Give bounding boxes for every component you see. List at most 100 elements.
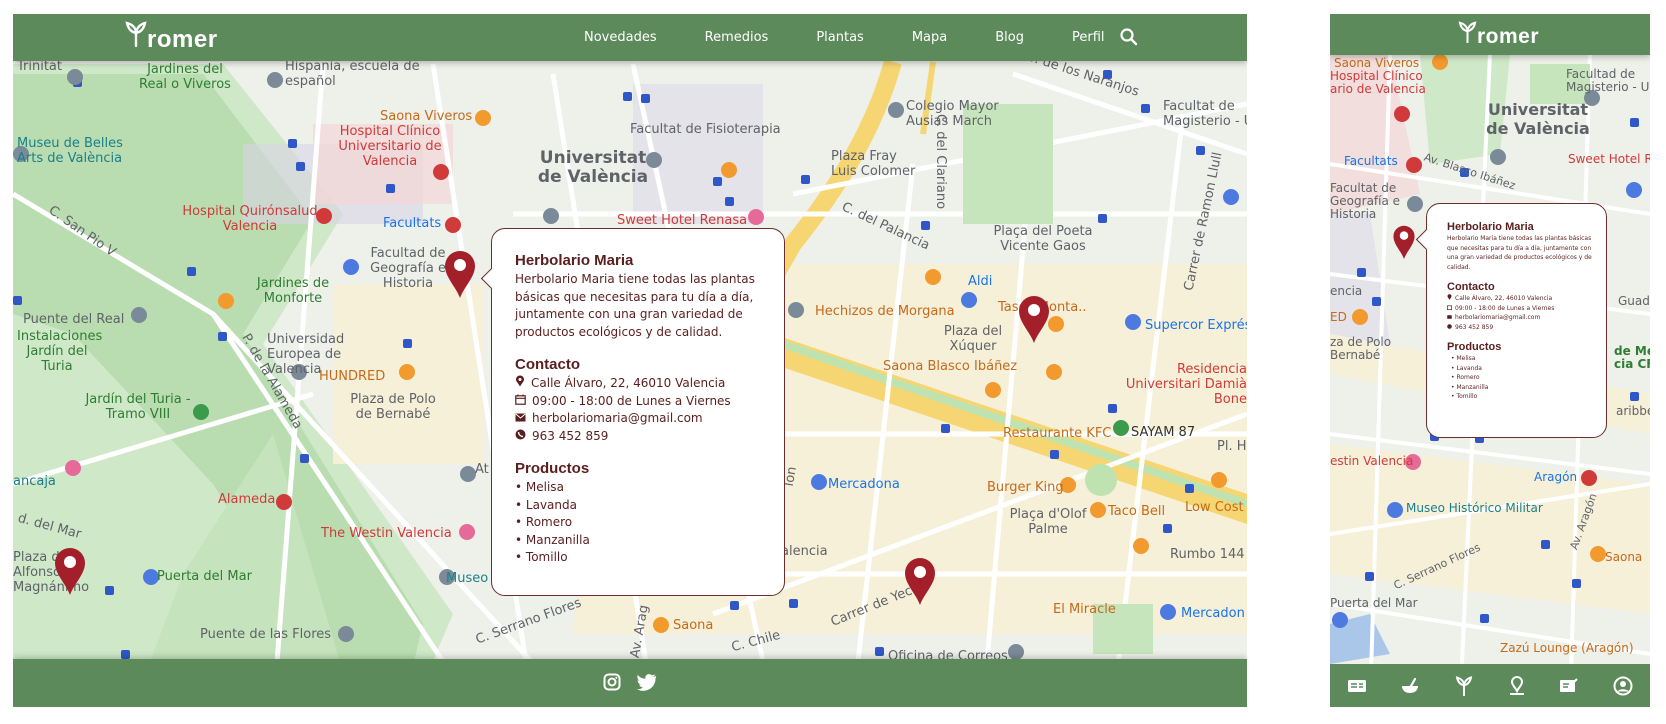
logo[interactable]: romer: [1458, 21, 1539, 49]
map-label: Zazú Lounge (Aragón): [1500, 641, 1634, 655]
product-item: Tomillo: [1451, 392, 1596, 402]
nav-item-remedios[interactable]: Remedios: [705, 30, 769, 45]
map-label: Restaurante KFC: [1003, 426, 1112, 441]
map-label: Sweet Hotel Renasa: [617, 213, 748, 228]
map-label: aribbea: [1616, 404, 1650, 418]
location-icon: [1447, 294, 1452, 304]
map-label: Guada: [1618, 294, 1650, 308]
contact-phone[interactable]: 963 452 859: [515, 428, 768, 446]
map-label: Museu de Belles Arts de València: [17, 136, 123, 166]
product-item: Melisa: [1451, 354, 1596, 364]
map-label: za de Polo Bernabé: [1330, 335, 1392, 362]
map-label: ancaja: [13, 474, 56, 489]
location-pin[interactable]: [903, 556, 937, 606]
logo[interactable]: romer: [125, 21, 218, 54]
map-label: Universitat de València: [1486, 100, 1590, 138]
location-pin[interactable]: [53, 546, 87, 596]
mobile-frame: Saona Viveros Hospital Clínico ario de V…: [1330, 14, 1650, 707]
map-label: Hospital Quirónsalud Valencia: [182, 204, 318, 234]
location-pin[interactable]: [1017, 294, 1051, 344]
products-heading: Productos: [1447, 341, 1502, 353]
product-item: Tomillo: [515, 549, 768, 567]
map-label: C. del Clariano: [933, 113, 949, 210]
contact-phone[interactable]: 963 452 859: [1447, 323, 1596, 333]
contact-heading: Contacto: [515, 356, 580, 373]
map-label: Residencia Universitari Damià Bone: [1125, 362, 1247, 407]
contact-address: Calle Álvaro, 22, 46010 Valencia: [1447, 294, 1596, 304]
sprout-icon: [1458, 21, 1477, 49]
map-label: Hospital Clínico ario de Valencia: [1330, 69, 1426, 96]
map-label: Instalaciones Jardín del Turia: [17, 329, 103, 374]
map-label: Colegio Mayor Ausias March: [906, 99, 999, 129]
nav-item-plantas[interactable]: Plantas: [816, 30, 864, 45]
map-label: The Westin Valencia: [321, 526, 452, 541]
contact-heading: Contacto: [1447, 281, 1495, 293]
product-item: Lavanda: [515, 497, 768, 515]
sprout-icon: [1455, 675, 1473, 696]
contact-email[interactable]: herbolariomaria@gmail.com: [515, 410, 768, 428]
map-label: Hispania, escuela de español: [285, 59, 420, 89]
tab-blog[interactable]: [1559, 677, 1579, 695]
location-pin[interactable]: [443, 249, 477, 299]
map-label: Low Cost: [1185, 500, 1244, 515]
map-label: Puente de las Flores: [200, 627, 332, 642]
map-label: At: [475, 462, 489, 477]
nav-item-blog[interactable]: Blog: [995, 30, 1024, 45]
calendar-icon: [515, 393, 526, 411]
tab-novedades[interactable]: [1347, 678, 1367, 694]
store-info-popup: Herbolario Maria Herbolario Maria tiene …: [1415, 203, 1607, 438]
nav-item-mapa[interactable]: Mapa: [912, 30, 947, 45]
top-navbar-mobile: romer: [1330, 14, 1650, 55]
map-label: Trinitat: [17, 59, 62, 74]
product-item: Manzanilla: [1451, 383, 1596, 393]
product-item: Romero: [1451, 373, 1596, 383]
location-pin[interactable]: [1392, 224, 1416, 260]
map-label: Jardines del Real o Viveros: [139, 62, 231, 92]
map-label: Sweet Hotel R: [1568, 152, 1650, 166]
map-label: SAYAM 87: [1131, 425, 1196, 440]
phone-icon: [1447, 323, 1452, 333]
map-label: Puente del Real: [23, 312, 125, 327]
nav-item-perfil[interactable]: Perfil: [1072, 30, 1105, 45]
map-label: cia CF: [1614, 357, 1650, 371]
tab-remedios[interactable]: [1400, 677, 1420, 695]
map-label: Hechizos de Morgana: [815, 304, 955, 319]
products-list: Melisa Lavanda Romero Manzanilla Tomillo: [515, 479, 768, 567]
contact-email[interactable]: herbolariomaria@gmail.com: [1447, 313, 1596, 323]
store-title: Herbolario Maria: [1447, 221, 1534, 233]
map-label: Facultad de Magisterio - U: [1566, 67, 1650, 94]
logo-text: romer: [1477, 25, 1540, 48]
products-heading: Productos: [515, 460, 590, 477]
map-label: Hospital Clínico Universitario de Valenc…: [338, 124, 442, 169]
map-label: Museo: [446, 571, 489, 586]
map-label: Museo Histórico Militar: [1406, 501, 1543, 515]
product-item: Manzanilla: [515, 532, 768, 550]
mortar-icon: [1402, 677, 1419, 693]
logo-text: romer: [147, 26, 218, 53]
map-label: Jardín del Turia - Tramo VIII: [85, 392, 191, 422]
map-label: Plaza del Xúquer: [943, 324, 1003, 354]
map-label: ED: [1330, 310, 1347, 324]
desktop-frame: Trinitat Jardines del Real o Viveros His…: [13, 14, 1247, 707]
map-label: Facultat de Geografía e Historia: [1330, 181, 1401, 221]
map-label: Puerta del Mar: [157, 569, 252, 584]
twitter-icon[interactable]: [637, 673, 657, 691]
nav-item-novedades[interactable]: Novedades: [584, 30, 657, 45]
instagram-icon[interactable]: [603, 673, 621, 691]
map-label: Burger King: [987, 480, 1064, 495]
phone-icon: [515, 428, 526, 446]
tab-perfil[interactable]: [1613, 676, 1633, 696]
map-label: Plaça del Poeta Vicente Gaos: [993, 224, 1093, 254]
map-pin-icon: [1509, 675, 1524, 695]
location-icon: [515, 375, 525, 393]
tab-plantas[interactable]: [1454, 675, 1474, 696]
map-label: Facultad de Geografía e Historia: [370, 246, 446, 291]
store-info-popup: Herbolario Maria Herbolario Maria tiene …: [480, 228, 785, 596]
map-label: Jardines de Monforte: [256, 276, 330, 306]
footer: [13, 659, 1247, 707]
contact-hours: 09:00 - 18:00 de Lunes a Viernes: [1447, 304, 1596, 314]
product-item: Melisa: [515, 479, 768, 497]
blog-icon: [1560, 677, 1579, 692]
search-icon[interactable]: [1119, 27, 1139, 47]
tab-mapa[interactable]: [1508, 675, 1526, 696]
